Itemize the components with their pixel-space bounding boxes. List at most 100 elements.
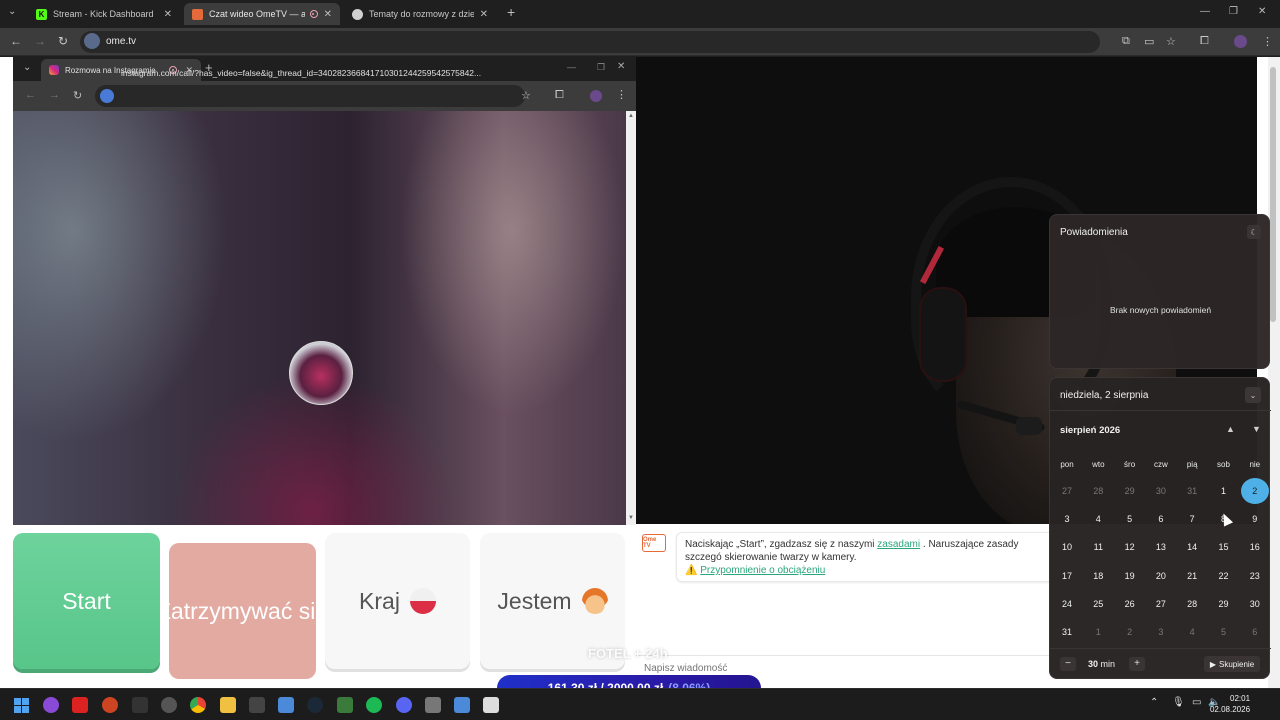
calendar-day[interactable]: 13 [1147, 534, 1175, 560]
network-icon[interactable]: ▭ [1192, 697, 1201, 708]
calendar-day[interactable]: 30 [1147, 478, 1175, 504]
close-window-icon[interactable]: ✕ [617, 61, 625, 72]
chevron-up-icon[interactable]: ⌃ [1150, 697, 1158, 708]
calendar-day[interactable]: 2 [1116, 619, 1144, 645]
calendar-day[interactable]: 7 [1178, 506, 1206, 532]
address-bar[interactable] [80, 31, 1100, 53]
tab-ometv[interactable]: Czat wideo OmeTV — alter ✕ [184, 3, 340, 25]
focus-decrease-button[interactable]: − [1060, 657, 1076, 671]
calendar-day[interactable]: 3 [1147, 619, 1175, 645]
calculator-icon[interactable] [425, 697, 441, 713]
reminder-link[interactable]: Przypomnienie o obciążeniu [700, 565, 825, 576]
calendar-day[interactable]: 16 [1241, 534, 1269, 560]
calendar-day[interactable]: 5 [1116, 506, 1144, 532]
stop-button[interactable]: Zatrzymywać się [169, 543, 316, 679]
calendar-day[interactable]: 31 [1053, 619, 1081, 645]
calendar-day[interactable]: 9 [1241, 506, 1269, 532]
focus-increase-button[interactable]: + [1129, 657, 1145, 671]
close-icon[interactable]: ✕ [324, 9, 332, 20]
chevron-down-icon[interactable]: ⌄ [1245, 387, 1261, 403]
inner-scrollbar[interactable]: ▲ ▼ [626, 111, 636, 525]
calendar-day[interactable]: 27 [1053, 478, 1081, 504]
forward-icon[interactable]: → [49, 89, 60, 101]
rules-link[interactable]: zasadami [877, 539, 920, 550]
reload-icon[interactable]: ↻ [73, 89, 82, 102]
calendar-day[interactable]: 20 [1147, 563, 1175, 589]
app-green-icon[interactable] [337, 697, 353, 713]
app-red-icon[interactable] [102, 697, 118, 713]
calendar-day[interactable]: 6 [1241, 619, 1269, 645]
calendar-day[interactable]: 12 [1116, 534, 1144, 560]
snipping-icon[interactable] [483, 697, 499, 713]
app-stripes-icon[interactable] [72, 697, 88, 713]
site-settings-icon[interactable] [84, 33, 100, 49]
profile-avatar[interactable] [590, 90, 602, 102]
tab-search-icon[interactable]: ⌄ [23, 62, 31, 73]
calendar-day-today[interactable]: 2 [1240, 478, 1269, 504]
obs-icon[interactable] [161, 697, 177, 713]
tray-clock[interactable]: 02:01 02.08.2026 [1210, 693, 1250, 715]
calendar-day[interactable]: 19 [1116, 563, 1144, 589]
app-circle-icon[interactable] [43, 697, 59, 713]
new-tab-icon[interactable]: + [507, 4, 515, 20]
menu-kebab-icon[interactable]: ⋮ [616, 88, 627, 101]
bookmark-star-icon[interactable]: ☆ [1166, 35, 1176, 48]
calendar-day[interactable]: 14 [1178, 534, 1206, 560]
calendar-day[interactable]: 26 [1116, 591, 1144, 617]
calendar-day[interactable]: 4 [1178, 619, 1206, 645]
photos-icon[interactable] [278, 697, 294, 713]
discord-icon[interactable] [396, 697, 412, 713]
calendar-day[interactable]: 21 [1178, 563, 1206, 589]
extensions-icon[interactable]: ⧠ [1200, 35, 1209, 48]
calendar-day[interactable]: 11 [1084, 534, 1112, 560]
chrome-icon[interactable] [190, 697, 206, 713]
menu-kebab-icon[interactable]: ⋮ [1262, 35, 1273, 48]
minimize-icon[interactable]: — [567, 62, 576, 72]
notion-icon[interactable] [249, 697, 265, 713]
translate-icon[interactable]: ⧉ [1122, 35, 1130, 48]
spotify-icon[interactable] [366, 697, 382, 713]
calendar-day[interactable]: 28 [1178, 591, 1206, 617]
calendar-day[interactable]: 3 [1053, 506, 1081, 532]
calendar-day[interactable]: 4 [1084, 506, 1112, 532]
do-not-disturb-icon[interactable]: ☾ [1247, 225, 1261, 239]
calendar-day[interactable]: 31 [1178, 478, 1206, 504]
calendar-day[interactable]: 29 [1210, 591, 1238, 617]
tab-search-icon[interactable]: ⌄ [8, 6, 16, 17]
app-blue-icon[interactable] [454, 697, 470, 713]
calendar-day[interactable]: 6 [1147, 506, 1175, 532]
file-explorer-icon[interactable] [220, 697, 236, 713]
back-icon[interactable]: ← [25, 89, 36, 101]
focus-start-button[interactable]: ▶ Skupienie [1204, 656, 1260, 672]
calendar-day[interactable]: 27 [1147, 591, 1175, 617]
maximize-icon[interactable]: ❐ [597, 62, 605, 73]
calendar-day[interactable]: 24 [1053, 591, 1081, 617]
calendar-day[interactable]: 1 [1210, 478, 1238, 504]
scrollbar-thumb[interactable] [1270, 67, 1276, 322]
tab-kick-dashboard[interactable]: K Stream - Kick Dashboard ✕ [28, 3, 180, 25]
calendar-day[interactable]: 25 [1084, 591, 1112, 617]
calendar-day[interactable]: 23 [1241, 563, 1269, 589]
calendar-day[interactable]: 30 [1241, 591, 1269, 617]
back-icon[interactable]: ← [10, 34, 22, 48]
calendar-day[interactable]: 15 [1210, 534, 1238, 560]
tab-tematy[interactable]: Tematy do rozmowy z dziewczy ✕ [344, 3, 496, 25]
chat-message-input[interactable] [644, 663, 1024, 674]
maximize-icon[interactable]: ❐ [1229, 6, 1238, 17]
cast-icon[interactable]: ▭ [1144, 35, 1154, 48]
close-window-icon[interactable]: ✕ [1258, 6, 1266, 17]
calendar-day[interactable]: 17 [1053, 563, 1081, 589]
forward-icon[interactable]: → [34, 34, 46, 48]
next-month-icon[interactable]: ▼ [1252, 424, 1261, 434]
scroll-down-icon[interactable]: ▼ [628, 515, 634, 521]
extensions-icon[interactable]: ⧠ [555, 89, 564, 102]
minimize-icon[interactable]: — [1200, 6, 1210, 17]
scroll-up-icon[interactable]: ▲ [628, 113, 634, 119]
calendar-day[interactable]: 18 [1084, 563, 1112, 589]
calendar-day[interactable]: 22 [1210, 563, 1238, 589]
calendar-day[interactable]: 5 [1210, 619, 1238, 645]
inner-address-bar[interactable] [95, 85, 525, 107]
app-g-icon[interactable] [132, 697, 148, 713]
prev-month-icon[interactable]: ▲ [1226, 424, 1235, 434]
mic-active-icon[interactable] [100, 89, 114, 103]
